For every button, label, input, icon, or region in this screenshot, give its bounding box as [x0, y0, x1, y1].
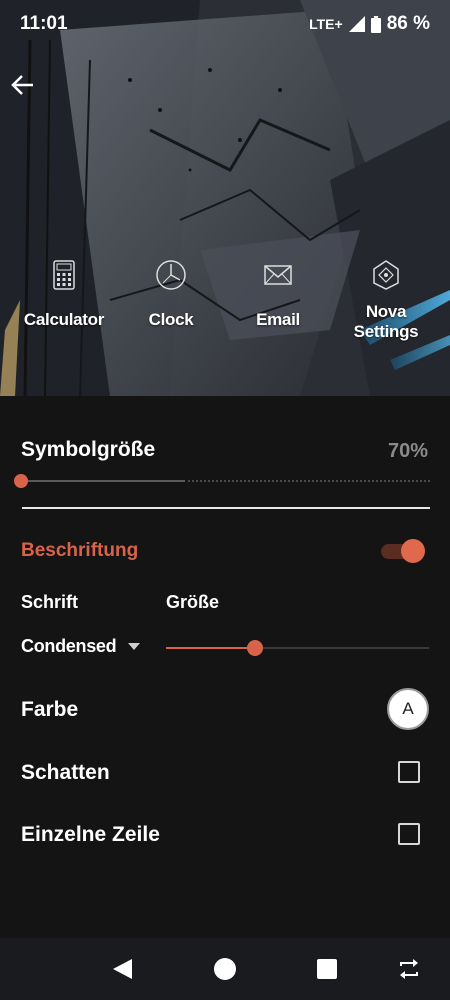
shadow-label: Schatten — [21, 761, 110, 784]
divider — [22, 507, 430, 509]
rotate-icon[interactable] — [396, 956, 422, 982]
app-label: Clock — [148, 310, 194, 329]
battery-percentage: 86 % — [386, 13, 430, 34]
slider-thumb[interactable] — [247, 640, 263, 656]
app-label: Email — [256, 310, 300, 329]
signal-icon — [348, 16, 365, 32]
label-toggle[interactable] — [381, 539, 425, 563]
nav-home-icon[interactable] — [212, 956, 238, 982]
status-icons: LTE+ 86 % — [309, 13, 430, 35]
font-label: Schrift — [21, 592, 79, 612]
email-icon — [264, 265, 292, 285]
color-swatch-button[interactable]: A — [387, 688, 429, 730]
toggle-thumb — [401, 539, 425, 563]
nova-settings-icon — [373, 260, 399, 290]
status-bar: 11:01 LTE+ 86 % — [0, 0, 450, 48]
font-dropdown[interactable]: Condensed — [21, 636, 141, 657]
nav-back-icon[interactable] — [110, 956, 136, 982]
color-swatch-letter: A — [402, 699, 414, 718]
home-screen-preview: 11:01 LTE+ 86 % Calculator Clock Email N… — [0, 0, 450, 396]
app-clock: Clock — [121, 258, 221, 330]
label-size-slider[interactable] — [166, 640, 429, 656]
slider-thumb[interactable] — [14, 474, 28, 488]
single-line-label: Einzelne Zeile — [21, 823, 160, 846]
clock-icon — [156, 260, 186, 290]
font-dropdown-value: Condensed — [21, 636, 117, 656]
label-section-title: Beschriftung — [21, 540, 139, 561]
back-arrow-icon[interactable] — [8, 70, 38, 100]
icon-size-title: Symbolgröße — [21, 438, 156, 461]
preview-app-row: Calculator Clock Email Nova Settings — [0, 258, 450, 358]
slider-track-active — [166, 647, 255, 649]
calculator-icon — [53, 260, 75, 290]
color-label: Farbe — [21, 698, 79, 721]
shadow-checkbox[interactable] — [398, 761, 420, 783]
app-email: Email — [228, 258, 328, 330]
settings-panel: Symbolgröße 70% Beschriftung Schrift Grö… — [0, 396, 450, 936]
dropdown-caret-icon — [128, 643, 141, 650]
icon-size-value: 70% — [387, 440, 428, 462]
navigation-bar — [0, 938, 450, 1000]
battery-icon — [370, 15, 381, 33]
slider-track-active — [22, 480, 185, 482]
nav-recents-icon[interactable] — [314, 956, 340, 982]
single-line-checkbox[interactable] — [398, 823, 420, 845]
slider-track-dotted — [188, 480, 430, 482]
app-label: Calculator — [23, 310, 105, 329]
app-calculator: Calculator — [14, 258, 114, 330]
app-label: Nova Settings — [353, 302, 419, 341]
app-nova-settings: Nova Settings — [336, 258, 436, 342]
status-time: 11:01 — [20, 13, 68, 34]
network-type: LTE+ — [309, 16, 343, 32]
size-label: Größe — [166, 592, 220, 612]
